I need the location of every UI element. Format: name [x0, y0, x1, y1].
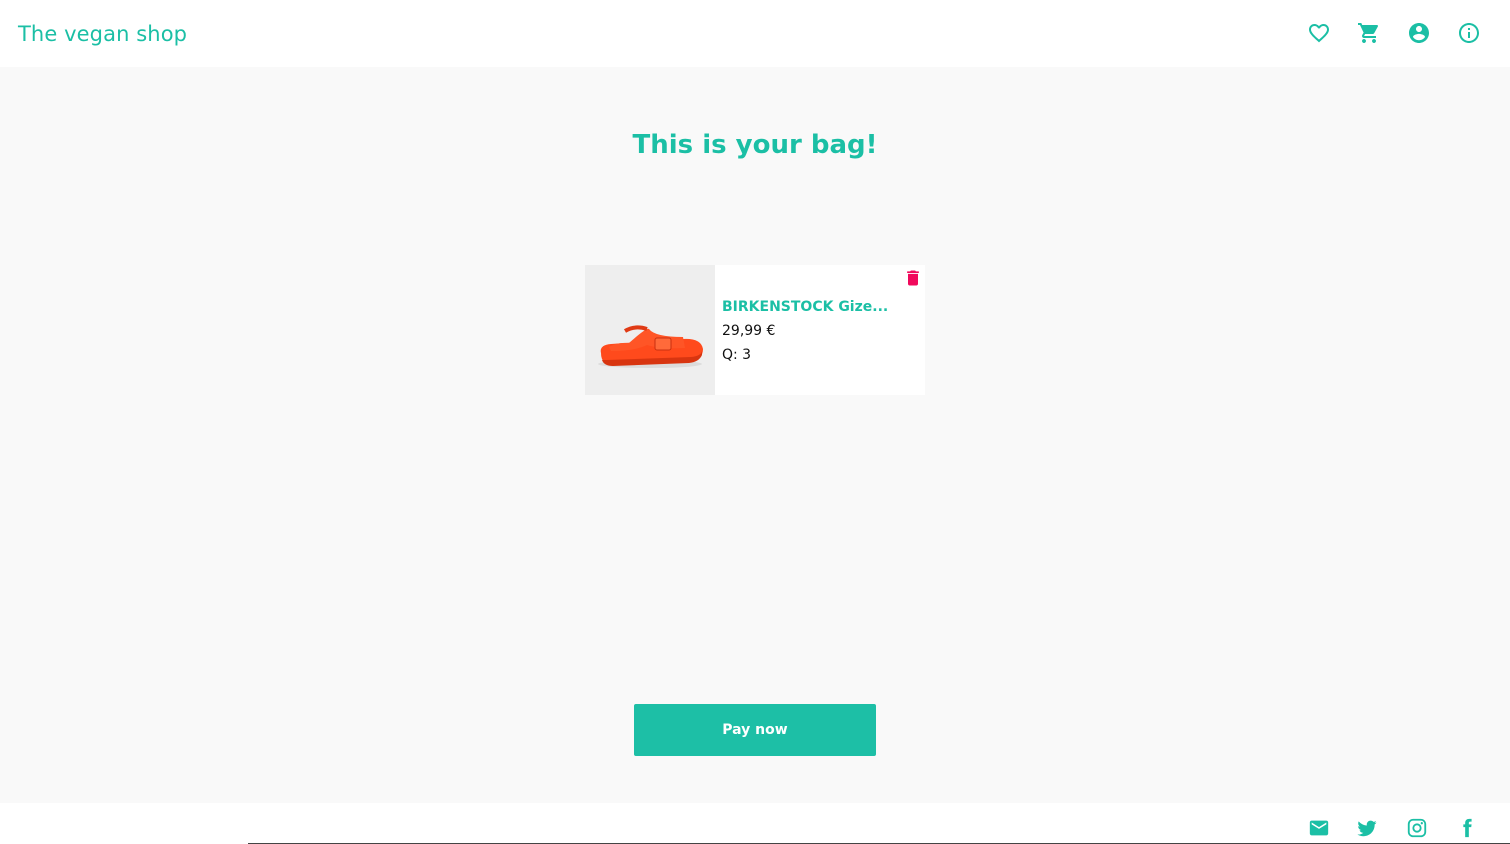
- mail-icon[interactable]: [1306, 815, 1332, 841]
- account-icon[interactable]: [1406, 20, 1432, 46]
- twitter-icon[interactable]: [1354, 815, 1380, 841]
- bag-item: BIRKENSTOCK Gize... 29,99 € Q: 3: [585, 265, 925, 395]
- info-icon[interactable]: [1456, 20, 1482, 46]
- brand-logo[interactable]: The vegan shop: [18, 22, 187, 46]
- top-header: The vegan shop: [0, 0, 1510, 67]
- product-price: 29,99 €: [722, 323, 776, 339]
- product-name[interactable]: BIRKENSTOCK Gize...: [722, 299, 888, 315]
- page-title: This is your bag!: [632, 130, 878, 160]
- heart-icon[interactable]: [1306, 20, 1332, 46]
- footer: [0, 803, 1510, 844]
- facebook-icon[interactable]: [1454, 815, 1480, 841]
- product-image[interactable]: [585, 265, 715, 395]
- instagram-icon[interactable]: [1404, 815, 1430, 841]
- trash-icon[interactable]: [903, 267, 923, 289]
- product-quantity: Q: 3: [722, 347, 752, 363]
- cart-icon[interactable]: [1356, 20, 1382, 46]
- pay-now-button[interactable]: Pay now: [634, 704, 876, 756]
